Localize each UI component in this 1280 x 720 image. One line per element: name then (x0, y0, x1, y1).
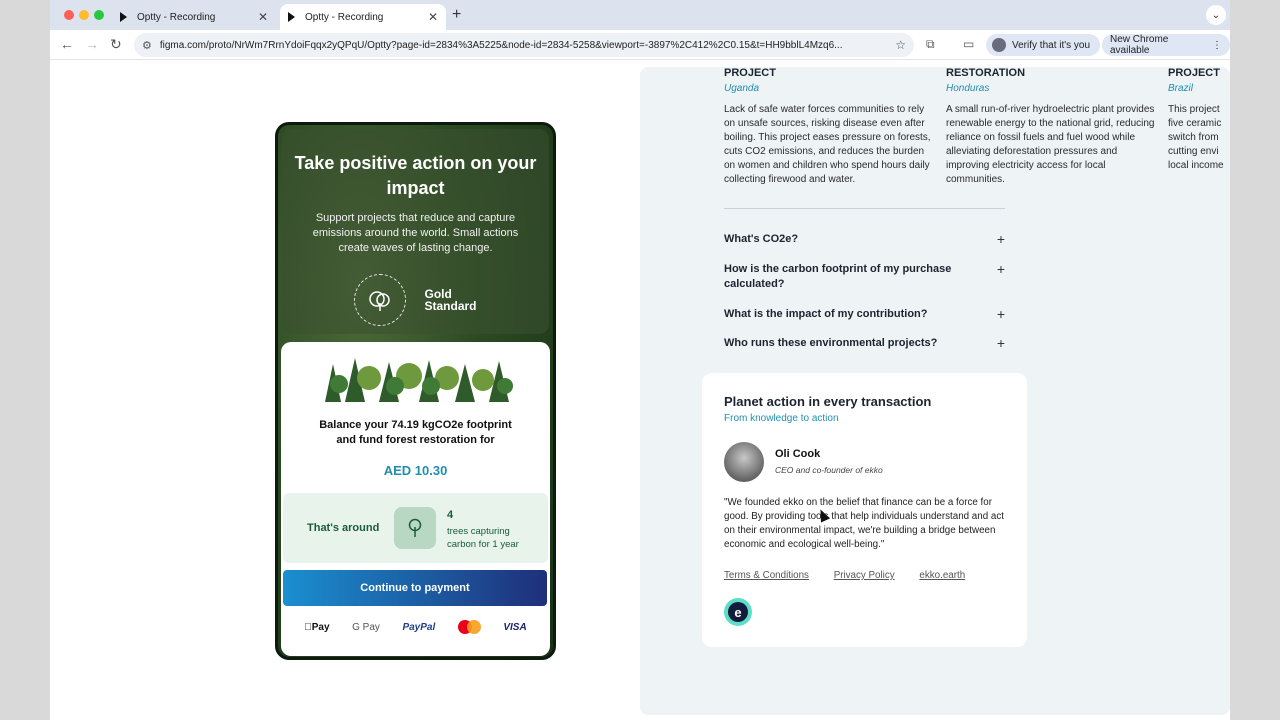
planet-action-card: Planet action in every transaction From … (702, 373, 1027, 647)
project-card-brazil: PROJECT Brazil This project five ceramic… (1168, 67, 1226, 173)
update-label: New Chrome available (1110, 34, 1169, 56)
browser-toolbar: ← → ↻ ⚙ figma.com/proto/NrWm7RrnYdoiFqqx… (50, 30, 1230, 60)
ekko-logo-letter: e (728, 602, 748, 622)
close-tab-icon[interactable]: ✕ (428, 10, 438, 24)
tab-strip: Optty - Recording ✕ Optty - Recording ✕ … (50, 0, 1230, 30)
partner-logos: Gold Standard (282, 274, 549, 326)
faq-question: Who runs these environmental projects? (724, 337, 938, 349)
hero-section: Take positive action on your impact Supp… (282, 129, 549, 334)
faq-question: How is the carbon footprint of my purcha… (724, 263, 952, 290)
hero-text: Support projects that reduce and capture… (312, 212, 519, 254)
tab-title: Optty - Recording (137, 11, 216, 23)
visa-icon: VISA (502, 621, 526, 633)
close-tab-icon[interactable]: ✕ (258, 10, 268, 24)
plus-icon[interactable]: + (997, 262, 1005, 277)
tree-logo-icon (369, 291, 391, 311)
tab-2[interactable]: Optty - Recording ✕ (280, 4, 446, 30)
tab-title: Optty - Recording (305, 11, 384, 23)
close-window-icon[interactable] (64, 10, 74, 20)
project-card-honduras: RESTORATION Honduras A small run-of-rive… (946, 67, 1158, 187)
maximize-window-icon[interactable] (94, 10, 104, 20)
ekko-logo: e (724, 598, 752, 626)
url-text: figma.com/proto/NrWm7RrnYdoiFqqx2yQPqU/O… (159, 39, 843, 51)
update-chrome-button[interactable]: New Chrome available ⋮ (1102, 34, 1230, 56)
plus-icon[interactable]: + (997, 307, 1005, 322)
priceless-planet-logo (354, 274, 407, 326)
play-icon (120, 12, 127, 22)
terms-link[interactable]: Terms & Conditions (724, 570, 809, 581)
project-heading: RESTORATION (946, 67, 1026, 79)
project-location: Honduras (946, 83, 990, 94)
profile-avatar (992, 38, 1006, 52)
faq-item[interactable]: What's CO2e? + (724, 232, 1005, 247)
project-description: A small run-of-river hydroelectric plant… (946, 104, 1155, 185)
verify-identity-button[interactable]: Verify that it's you (986, 34, 1101, 56)
around-label: That's around (307, 522, 380, 534)
verify-label: Verify that it's you (1012, 39, 1091, 51)
more-menu-icon[interactable]: ⋮ (1212, 40, 1222, 51)
offset-price: AED 10.30 (383, 463, 448, 478)
project-description: Lack of safe water forces communities to… (724, 104, 931, 185)
faq-item[interactable]: What is the impact of my contribution? + (724, 307, 1005, 322)
mastercard-icon (457, 620, 481, 634)
project-location: Brazil (1168, 83, 1194, 94)
founder-quote: "We founded ekko on the belief that fina… (724, 497, 1004, 550)
chevron-down-icon[interactable]: ⌄ (1206, 5, 1226, 25)
person-role: CEO and co-founder of ekko (775, 465, 883, 475)
plus-icon[interactable]: + (997, 336, 1005, 351)
trees-equivalent-box: That's around 4 trees capturing carbon f… (283, 493, 548, 563)
plus-icon[interactable]: + (997, 232, 1005, 247)
phone-mockup: Take positive action on your impact Supp… (275, 122, 556, 660)
balance-text: Balance your 74.19 kgCO2e footprint and … (319, 419, 512, 446)
trees-description: trees capturing carbon for 1 year (447, 526, 519, 550)
project-card-uganda: PROJECT Uganda Lack of safe water forces… (724, 67, 936, 187)
site-info-icon[interactable]: ⚙ (142, 39, 152, 52)
trees-count: 4 (447, 509, 454, 521)
project-heading: PROJECT (1168, 67, 1220, 79)
google-pay-icon: G Pay (346, 621, 380, 633)
apple-pay-icon: Pay (304, 621, 329, 633)
new-tab-icon[interactable]: + (452, 6, 461, 24)
extensions-icon[interactable]: ⧉ (926, 37, 935, 52)
browser-window: Optty - Recording ✕ Optty - Recording ✕ … (50, 0, 1230, 720)
page-canvas: Take positive action on your impact Supp… (50, 61, 1230, 720)
minimize-window-icon[interactable] (79, 10, 89, 20)
footer-links: Terms & Conditions Privacy Policy ekko.e… (724, 570, 987, 581)
faq-item[interactable]: Who runs these environmental projects? + (724, 336, 1005, 351)
play-icon (288, 12, 295, 22)
gold-standard-logo: Gold Standard (424, 288, 476, 312)
avatar (724, 442, 764, 482)
faq-question: What is the impact of my contribution? (724, 308, 928, 320)
tab-1[interactable]: Optty - Recording ✕ (112, 4, 276, 30)
forest-illustration (325, 358, 513, 402)
back-icon[interactable]: ← (60, 36, 74, 52)
forward-icon[interactable]: → (85, 36, 99, 52)
project-heading: PROJECT (724, 67, 776, 79)
tree-icon (394, 507, 436, 549)
privacy-link[interactable]: Privacy Policy (834, 570, 895, 581)
cast-icon[interactable]: ▭ (963, 37, 974, 51)
bookmark-star-icon[interactable]: ☆ (895, 38, 906, 52)
payment-methods: Pay G Pay PayPal VISA (281, 620, 550, 634)
planet-title: Planet action in every transaction (724, 394, 932, 409)
ekko-earth-link[interactable]: ekko.earth (919, 570, 965, 581)
hero-title: Take positive action on your impact (294, 153, 537, 198)
gold-standard-line2: Standard (424, 299, 477, 313)
project-location: Uganda (724, 83, 760, 94)
reload-icon[interactable]: ↻ (110, 36, 122, 53)
paypal-icon: PayPal (398, 621, 435, 633)
address-bar[interactable]: ⚙ figma.com/proto/NrWm7RrnYdoiFqqx2yQPqU… (134, 33, 914, 57)
planet-subtitle: From knowledge to action (724, 413, 839, 424)
section-divider (724, 208, 1005, 209)
info-panel: PROJECT Uganda Lack of safe water forces… (640, 67, 1230, 715)
person-name: Oli Cook (775, 448, 821, 460)
project-description: This project five ceramic switch from cu… (1168, 104, 1224, 171)
continue-to-payment-button[interactable]: Continue to payment (283, 570, 547, 606)
offset-card: Balance your 74.19 kgCO2e footprint and … (281, 342, 550, 656)
faq-question: What's CO2e? (724, 233, 799, 245)
faq-item[interactable]: How is the carbon footprint of my purcha… (724, 262, 1005, 292)
